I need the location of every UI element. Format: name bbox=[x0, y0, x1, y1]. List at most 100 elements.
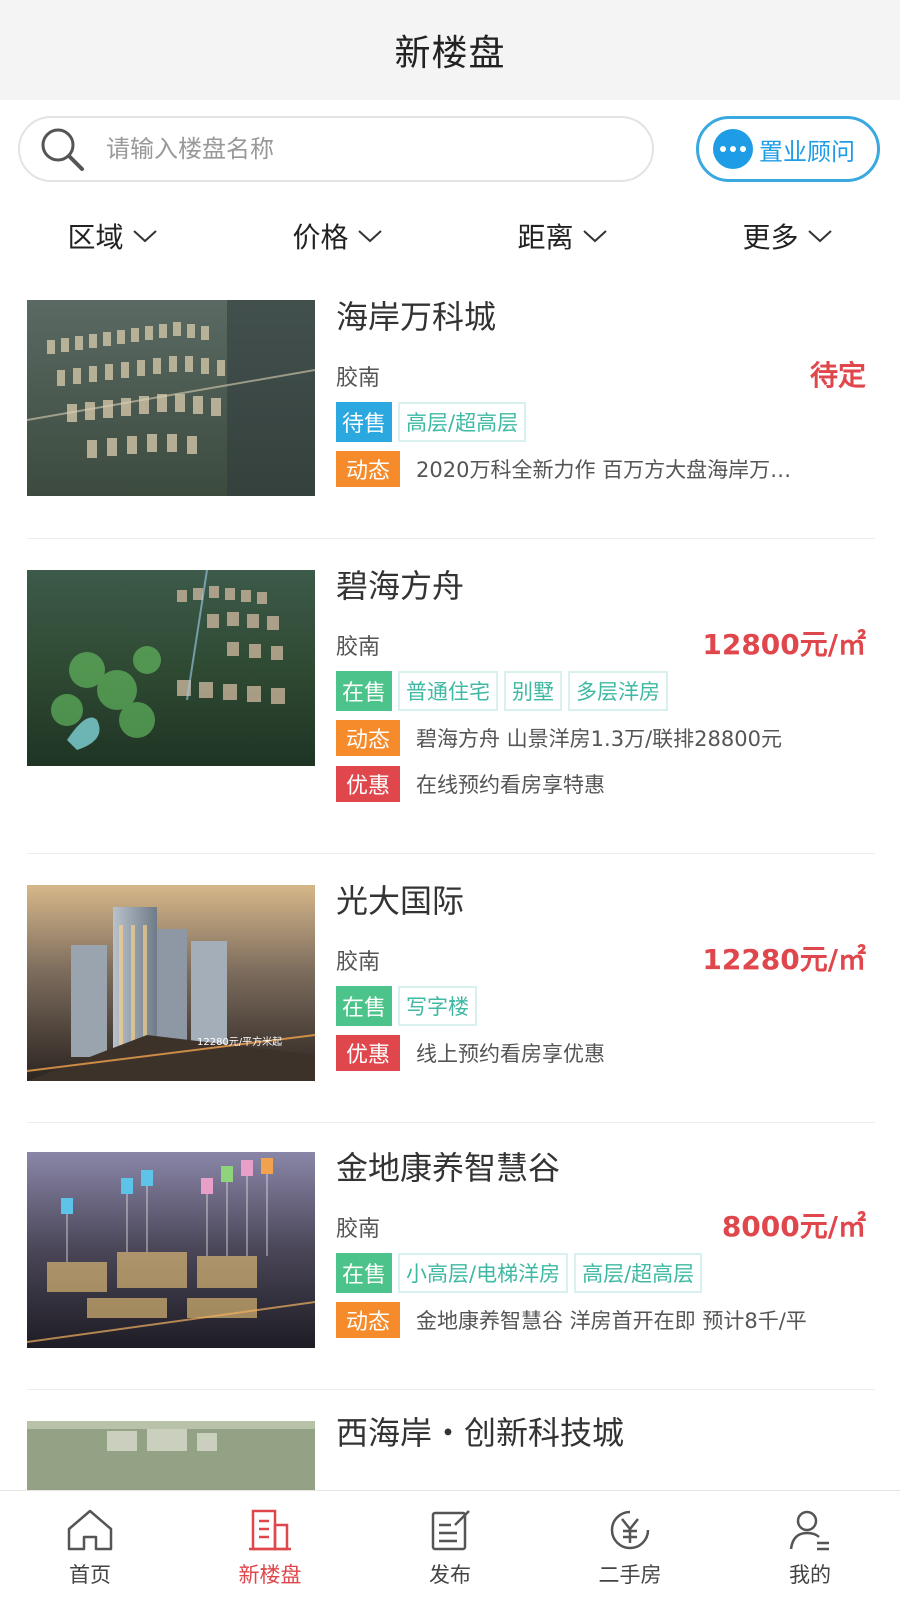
listing-card[interactable]: 12280元/平方米起 光大国际 胶南 12280元/㎡ 在售 写字楼 优惠 线… bbox=[0, 854, 900, 1123]
listing-meta: 胶南 12800元/㎡ bbox=[336, 623, 876, 663]
note-text: 2020万科全新力作 百万方大盘海岸万… bbox=[416, 458, 792, 482]
listing-name: 海岸万科城 bbox=[336, 298, 497, 336]
filter-distance[interactable]: 距离 bbox=[450, 196, 675, 276]
tab-second-hand[interactable]: 二手房 bbox=[540, 1491, 720, 1600]
property-type-tag: 高层/超高层 bbox=[398, 402, 527, 442]
listing-card[interactable]: 金地康养智慧谷 胶南 8000元/㎡ 在售 小高层/电梯洋房 高层/超高层 动态… bbox=[0, 1123, 900, 1390]
listing-name: 碧海方舟 bbox=[336, 567, 465, 605]
photo-caption: 12280元/平方米起 bbox=[197, 1035, 282, 1048]
chevron-down-icon bbox=[132, 230, 157, 243]
tab-new-homes[interactable]: 新楼盘 bbox=[180, 1491, 360, 1600]
search-input[interactable] bbox=[106, 118, 652, 180]
filter-more[interactable]: 更多 bbox=[675, 196, 900, 276]
filter-label: 区域 bbox=[67, 221, 124, 254]
listing-photo bbox=[27, 1152, 315, 1348]
listing-district: 胶南 bbox=[336, 366, 381, 391]
listing-price: 12280元/㎡ bbox=[702, 943, 866, 976]
search-box[interactable] bbox=[18, 116, 654, 182]
header-bar: 新楼盘 bbox=[0, 0, 900, 100]
filter-label: 更多 bbox=[742, 221, 799, 254]
listing-photo bbox=[27, 570, 315, 766]
note-badge: 优惠 bbox=[336, 1035, 400, 1071]
property-type-tag: 小高层/电梯洋房 bbox=[398, 1253, 569, 1293]
listing-photo bbox=[27, 300, 315, 496]
tab-label: 发布 bbox=[429, 1563, 471, 1587]
bottom-tab-bar: 首页 新楼盘 发布 二手房 我的 bbox=[0, 1490, 900, 1600]
tab-label: 二手房 bbox=[598, 1563, 662, 1587]
listing-note: 动态 2020万科全新力作 百万方大盘海岸万… bbox=[336, 450, 876, 488]
note-text: 碧海方舟 山景洋房1.3万/联排28800元 bbox=[416, 727, 782, 751]
listing-name: 光大国际 bbox=[336, 882, 465, 920]
tab-profile[interactable]: 我的 bbox=[720, 1491, 900, 1600]
listing-note: 动态 碧海方舟 山景洋房1.3万/联排28800元 bbox=[336, 719, 876, 757]
listing-tags: 在售 普通住宅 别墅 多层洋房 bbox=[336, 671, 876, 711]
chat-bubble-icon bbox=[713, 129, 753, 169]
listing-name: 金地康养智慧谷 bbox=[336, 1149, 561, 1187]
listing-price: 待定 bbox=[809, 359, 866, 392]
edit-icon bbox=[431, 1510, 470, 1551]
filter-label: 价格 bbox=[292, 221, 349, 254]
listing-price: 8000元/㎡ bbox=[721, 1210, 866, 1243]
listing-info: 碧海方舟 胶南 12800元/㎡ 在售 普通住宅 别墅 多层洋房 动态 碧海方舟… bbox=[336, 565, 876, 803]
listing-district: 胶南 bbox=[336, 1217, 381, 1242]
listing-note: 优惠 线上预约看房享优惠 bbox=[336, 1034, 876, 1072]
listing-photo: 12280元/平方米起 bbox=[27, 885, 315, 1081]
tab-label: 首页 bbox=[69, 1563, 111, 1587]
tab-label: 我的 bbox=[789, 1563, 831, 1587]
filter-area[interactable]: 区域 bbox=[0, 196, 225, 276]
status-badge: 在售 bbox=[336, 986, 393, 1026]
note-text: 在线预约看房享特惠 bbox=[416, 773, 605, 797]
chevron-down-icon bbox=[357, 230, 382, 243]
status-badge: 待售 bbox=[336, 402, 393, 442]
filter-label: 距离 bbox=[517, 221, 574, 254]
note-badge: 优惠 bbox=[336, 766, 400, 802]
property-type-tag: 高层/超高层 bbox=[574, 1253, 703, 1293]
property-type-tag: 多层洋房 bbox=[568, 671, 669, 711]
listing-meta: 胶南 8000元/㎡ bbox=[336, 1205, 876, 1245]
listing-card[interactable]: 西海岸・创新科技城 bbox=[0, 1390, 900, 1490]
tab-publish[interactable]: 发布 bbox=[360, 1491, 540, 1600]
listing-tags: 待售 高层/超高层 bbox=[336, 402, 876, 442]
listing-card[interactable]: 碧海方舟 胶南 12800元/㎡ 在售 普通住宅 别墅 多层洋房 动态 碧海方舟… bbox=[0, 539, 900, 854]
note-text: 线上预约看房享优惠 bbox=[416, 1042, 605, 1066]
filter-price[interactable]: 价格 bbox=[225, 196, 450, 276]
note-text: 金地康养智慧谷 洋房首开在即 预计8千/平 bbox=[416, 1309, 807, 1333]
status-badge: 在售 bbox=[336, 1253, 393, 1293]
listing-note: 动态 金地康养智慧谷 洋房首开在即 预计8千/平 bbox=[336, 1301, 876, 1339]
listing-info: 光大国际 胶南 12280元/㎡ 在售 写字楼 优惠 线上预约看房享优惠 bbox=[336, 880, 876, 1072]
listing-price: 12800元/㎡ bbox=[702, 628, 866, 661]
listing-info: 金地康养智慧谷 胶南 8000元/㎡ 在售 小高层/电梯洋房 高层/超高层 动态… bbox=[336, 1147, 876, 1339]
filter-bar: 区域 价格 距离 更多 bbox=[0, 196, 900, 276]
advisor-button[interactable]: 置业顾问 bbox=[696, 116, 880, 182]
search-row: 置业顾问 bbox=[0, 100, 900, 196]
property-type-tag: 写字楼 bbox=[398, 986, 478, 1026]
note-badge: 动态 bbox=[336, 451, 400, 487]
listing-photo bbox=[27, 1421, 315, 1490]
listing-card[interactable]: 海岸万科城 胶南 待定 待售 高层/超高层 动态 2020万科全新力作 百万方大… bbox=[0, 276, 900, 539]
property-type-tag: 别墅 bbox=[504, 671, 563, 711]
listing-info: 海岸万科城 胶南 待定 待售 高层/超高层 动态 2020万科全新力作 百万方大… bbox=[336, 296, 876, 488]
tab-home[interactable]: 首页 bbox=[0, 1491, 180, 1600]
listing-meta: 胶南 12280元/㎡ bbox=[336, 938, 876, 978]
tab-label: 新楼盘 bbox=[238, 1563, 302, 1587]
home-icon bbox=[67, 1509, 113, 1551]
user-icon bbox=[789, 1510, 829, 1551]
listing-tags: 在售 小高层/电梯洋房 高层/超高层 bbox=[336, 1253, 876, 1293]
chevron-down-icon bbox=[582, 230, 607, 243]
note-badge: 动态 bbox=[336, 1302, 400, 1338]
page-title: 新楼盘 bbox=[394, 33, 506, 74]
search-icon bbox=[34, 121, 90, 177]
listing-list: 海岸万科城 胶南 待定 待售 高层/超高层 动态 2020万科全新力作 百万方大… bbox=[0, 276, 900, 1490]
building-icon bbox=[249, 1509, 291, 1551]
note-badge: 动态 bbox=[336, 720, 400, 756]
listing-note: 优惠 在线预约看房享特惠 bbox=[336, 765, 876, 803]
advisor-label: 置业顾问 bbox=[759, 137, 855, 166]
yen-icon bbox=[610, 1510, 650, 1550]
status-badge: 在售 bbox=[336, 671, 393, 711]
listing-district: 胶南 bbox=[336, 950, 381, 975]
listing-tags: 在售 写字楼 bbox=[336, 986, 876, 1026]
listing-meta: 胶南 待定 bbox=[336, 354, 876, 394]
chevron-down-icon bbox=[807, 230, 832, 243]
listing-name: 西海岸・创新科技城 bbox=[336, 1414, 625, 1452]
listing-district: 胶南 bbox=[336, 635, 381, 660]
